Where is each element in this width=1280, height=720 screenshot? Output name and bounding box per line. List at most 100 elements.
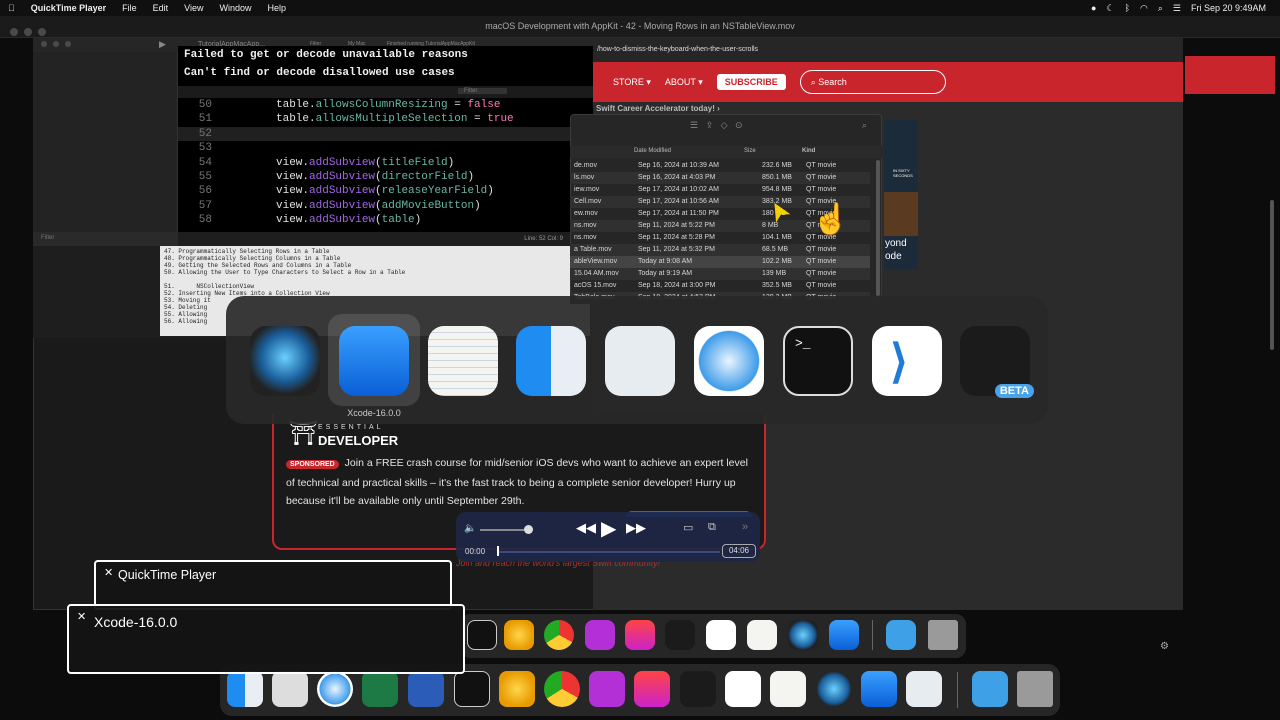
record-icon[interactable]: ● [1091,3,1096,13]
textedit-icon[interactable] [428,326,498,396]
navigator-filter[interactable]: Filter [33,232,178,246]
code-line[interactable]: 56 view.addSubview(releaseYearField) [178,184,593,198]
file-row[interactable]: ableView.mov Today at 9:08 AM 102.2 MB QT m… [570,256,870,268]
finder-scrollbar[interactable] [876,160,880,296]
playhead[interactable] [497,546,499,556]
xcode-icon[interactable] [339,326,409,396]
chrome-dock-icon[interactable] [544,620,574,650]
code-line[interactable]: 58 view.addSubview(table) [178,213,593,227]
code-line[interactable]: 57 view.addSubview(addMovieButton) [178,199,593,213]
finder-search-icon[interactable]: ⌕ [862,120,867,131]
volume-slider[interactable] [480,529,528,531]
pip-icon[interactable]: ⧉ [708,521,716,534]
time-remaining[interactable]: 04:06 [722,544,756,558]
subscribe-button[interactable]: SUBSCRIBE [716,74,786,90]
menubar-clock[interactable]: Fri Sep 20 9:49AM [1191,3,1266,13]
excel-dock-icon[interactable] [362,671,398,707]
control-center-icon[interactable]: ☰ [1173,3,1181,14]
iphone-mirroring-dock-icon[interactable] [625,620,655,650]
feedback-dock-icon[interactable] [589,671,625,707]
sparkle-app-dock-icon[interactable] [504,620,534,650]
volume-knob[interactable] [524,525,533,534]
close-icon[interactable]: ✕ [77,610,86,623]
feedback-dock-icon[interactable] [585,620,615,650]
code-editor[interactable]: 50 table.allowsColumnResizing = false 51 ta… [178,98,593,232]
launchpad-dock-icon[interactable] [272,671,308,707]
textedit-dock-icon[interactable] [747,620,777,650]
vscode-dock-icon[interactable] [725,671,761,707]
file-row[interactable]: de.mov Sep 16, 2024 at 10:39 AM 232.6 MB QT… [570,160,870,172]
page-scrollbar[interactable] [1270,200,1274,350]
menu-file[interactable]: File [114,3,145,13]
textedit-dock-icon[interactable] [770,671,806,707]
quicktime-dock-icon[interactable] [788,620,818,650]
xcode-dock-icon[interactable] [829,620,859,650]
file-row[interactable]: ls.mov Sep 16, 2024 at 4:03 PM 850.1 MB QT … [570,172,870,184]
quicktime-icon[interactable] [250,326,320,396]
apple-menu-icon[interactable]:  [0,3,23,13]
trash-dock-icon[interactable] [928,620,958,650]
swift-playgrounds-beta-icon[interactable]: BETA [960,326,1034,398]
nav-about[interactable]: ABOUT ▾ [665,77,703,88]
site-search-input[interactable]: ⌕ Search [799,70,946,94]
file-row[interactable]: iew.mov Sep 17, 2024 at 10:02 AM 954.8 MB Q… [570,184,870,196]
code-line[interactable]: 53 [178,141,593,155]
rewind-icon[interactable]: ◀◀ [576,520,596,536]
xcode-dock-icon[interactable] [861,671,897,707]
bluetooth-icon[interactable]: ᛒ [1125,3,1130,13]
url-bar[interactable]: /how-to-dismiss-the-keyboard-when-the-us… [593,38,1183,62]
menu-app-name[interactable]: QuickTime Player [23,3,114,13]
finder-icon[interactable] [516,326,586,396]
downloads-folder-dock-icon[interactable] [886,620,916,650]
safari-dock-icon[interactable] [317,671,353,707]
col-date-modified[interactable]: Date Modified [634,148,671,154]
file-row[interactable]: acOS 15.mov Sep 18, 2024 at 3:00 PM 352.5 … [570,280,870,292]
downloads-folder-dock-icon[interactable] [972,671,1008,707]
file-row[interactable]: 15.04 AM.mov Today at 9:19 AM 139 MB QT mov… [570,268,870,280]
finder-toolbar-icons[interactable]: ☰ ⇪ ◇ ⊙ [690,120,743,131]
file-row[interactable]: a Table.mov Sep 11, 2024 at 5:32 PM 68.5 M… [570,244,870,256]
scrubber[interactable] [498,551,720,553]
code-line[interactable]: 50 table.allowsColumnResizing = false [178,98,593,112]
code-line[interactable]: 54 view.addSubview(titleField) [178,156,593,170]
gear-icon[interactable]: ⚙ [1160,641,1169,652]
play-icon[interactable]: ▶ [601,516,616,541]
terminal-icon[interactable]: >_ [783,326,853,396]
nav-store[interactable]: STORE ▾ [613,77,651,88]
safari-icon[interactable] [694,326,764,396]
iphone-mirroring-dock-icon[interactable] [634,671,670,707]
wifi-icon[interactable]: ◠ [1140,3,1148,14]
code-line[interactable]: 52 [178,126,593,142]
editor-filter-field[interactable]: Filter [458,88,508,94]
vscode-dock-icon[interactable] [706,620,736,650]
word-dock-icon[interactable] [408,671,444,707]
swift-playgrounds-dock-icon[interactable] [665,620,695,650]
swift-playgrounds-dock-icon[interactable] [680,671,716,707]
trash-dock-icon[interactable] [1017,671,1053,707]
run-icon[interactable]: ▶ [159,39,166,50]
menu-window[interactable]: Window [212,3,260,13]
col-size[interactable]: Size [744,148,756,154]
promo-snippet[interactable]: Swift Career Accelerator today! › [596,104,720,113]
search-icon[interactable]: ⌕ [1158,3,1163,14]
close-icon[interactable]: ✕ [104,566,113,579]
menu-help[interactable]: Help [260,3,295,13]
airplay-icon[interactable]: ▭ [683,521,693,534]
fast-forward-icon[interactable]: ▶▶ [626,520,646,536]
preview-icon[interactable] [605,326,675,396]
quicktime-dock-icon[interactable] [816,671,852,707]
volume-icon[interactable]: 🔈 [464,523,476,534]
focus-moon-icon[interactable]: ☾ [1106,3,1114,14]
share-more-icon[interactable]: » [742,521,748,533]
code-line[interactable]: 55 view.addSubview(directorField) [178,170,593,184]
code-line[interactable]: 51 table.allowsMultipleSelection = true [178,112,593,126]
vscode-icon[interactable]: ⟩ [872,326,942,396]
terminal-dock-icon[interactable] [467,620,497,650]
preview-dock-icon[interactable] [906,671,942,707]
menu-view[interactable]: View [176,3,211,13]
terminal-dock-icon[interactable] [454,671,490,707]
col-kind[interactable]: Kind [802,148,815,154]
menu-edit[interactable]: Edit [145,3,177,13]
sponsor-text[interactable]: SPONSORED Join a FREE crash course for m… [286,454,756,510]
finder-dock-icon[interactable] [227,671,263,707]
